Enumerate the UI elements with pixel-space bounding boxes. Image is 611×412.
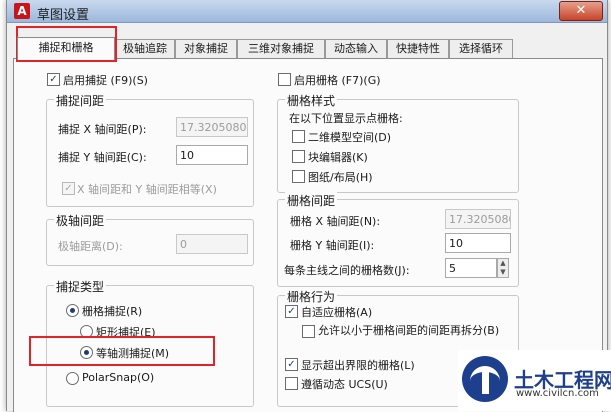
grid-snap-radio[interactable] <box>66 304 79 317</box>
title-bar[interactable]: A 草图设置 ✕ <box>7 0 607 23</box>
equal-spacing-label: X 轴间距和 Y 轴间距相等(X) <box>77 183 217 196</box>
sheet-layout-label: 图纸/布局(H) <box>308 171 373 184</box>
polar-spacing-group-title: 极轴间距 <box>54 212 107 229</box>
tab-snap-and-grid[interactable]: 捕捉和栅格 <box>17 37 115 60</box>
block-editor-checkbox[interactable] <box>292 150 305 163</box>
highlight-isometric-snap <box>29 336 215 366</box>
adaptive-grid-label: 自适应栅格(A) <box>301 306 373 319</box>
polar-distance-input[interactable]: 0 <box>176 234 248 254</box>
tab-selection-cycling[interactable]: 选择循环 <box>449 39 513 58</box>
tab-bar: 捕捉和栅格 极轴追踪 对象捕捉 三维对象捕捉 动态输入 快捷特性 选择循环 <box>13 37 603 60</box>
follow-dynamic-ucs-label: 遵循动态 UCS(U) <box>301 378 388 391</box>
grid-x-spacing-input[interactable]: 17.320508076 <box>445 209 511 229</box>
follow-dynamic-ucs-checkbox[interactable] <box>285 377 298 390</box>
grid-snap-label: 栅格捕捉(R) <box>82 305 143 318</box>
autocad-app-icon: A <box>14 3 30 19</box>
civilcn-watermark: 土木工程网 www.civilcn.com <box>458 350 611 411</box>
block-editor-label: 块编辑器(K) <box>308 151 368 164</box>
equal-spacing-checkbox[interactable]: ✓ <box>62 182 75 195</box>
major-line-spinner[interactable]: ▲ ▼ <box>497 258 509 278</box>
enable-grid-checkbox[interactable] <box>278 73 291 86</box>
allow-subdivide-checkbox[interactable] <box>302 325 315 338</box>
adaptive-grid-checkbox[interactable]: ✓ <box>285 305 298 318</box>
allow-subdivide-label: 允许以小于栅格间距的间距再拆分(B) <box>318 324 500 337</box>
display-beyond-limits-checkbox[interactable]: ✓ <box>285 358 298 371</box>
polar-snap-label: PolarSnap(O) <box>82 371 155 384</box>
sheet-layout-checkbox[interactable] <box>292 170 305 183</box>
model-space-checkbox[interactable] <box>292 130 305 143</box>
tab-quick-properties[interactable]: 快捷特性 <box>387 39 449 58</box>
major-line-label: 每条主线之间的栅格数(J): <box>284 264 410 277</box>
enable-snap-label: 启用捕捉 (F9)(S) <box>63 74 148 87</box>
snap-x-spacing-label: 捕捉 X 轴间距(P): <box>58 123 147 136</box>
enable-grid-label: 启用栅格 (F7)(G) <box>294 74 381 87</box>
tab-3d-object-snap[interactable]: 三维对象捕捉 <box>237 39 325 58</box>
watermark-url: www.civilcn.com <box>516 388 599 399</box>
snap-type-group-title: 捕捉类型 <box>54 278 107 295</box>
tab-dynamic-input[interactable]: 动态输入 <box>325 39 387 58</box>
polar-distance-label: 极轴距离(D): <box>58 240 123 253</box>
snap-y-spacing-label: 捕捉 Y 轴间距(C): <box>58 151 147 164</box>
civilcn-logo-icon <box>462 356 508 402</box>
window-title: 草图设置 <box>37 8 90 23</box>
grid-y-spacing-label: 栅格 Y 轴间距(I): <box>290 239 375 252</box>
polar-snap-radio[interactable] <box>66 372 79 385</box>
grid-y-spacing-input[interactable]: 10 <box>445 233 511 253</box>
tab-polar-tracking[interactable]: 极轴追踪 <box>115 39 175 58</box>
display-beyond-limits-label: 显示超出界限的栅格(L) <box>301 359 415 372</box>
snap-x-spacing-input[interactable]: 17.320508076 <box>176 117 248 137</box>
grid-style-group-title: 栅格样式 <box>285 92 338 109</box>
snap-y-spacing-input[interactable]: 10 <box>176 145 248 165</box>
grid-x-spacing-label: 栅格 X 轴间距(N): <box>290 215 381 228</box>
grid-behavior-group-title: 栅格行为 <box>285 288 338 305</box>
major-line-input[interactable]: 5 <box>445 258 497 278</box>
model-space-label: 二维模型空间(D) <box>308 131 392 144</box>
grid-spacing-group-title: 栅格间距 <box>285 192 338 209</box>
close-button[interactable]: ✕ <box>559 1 603 21</box>
grid-style-description: 在以下位置显示点栅格: <box>289 112 403 125</box>
tab-object-snap[interactable]: 对象捕捉 <box>175 39 237 58</box>
enable-snap-checkbox[interactable]: ✓ <box>47 73 60 86</box>
snap-spacing-group-title: 捕捉间距 <box>54 92 107 109</box>
